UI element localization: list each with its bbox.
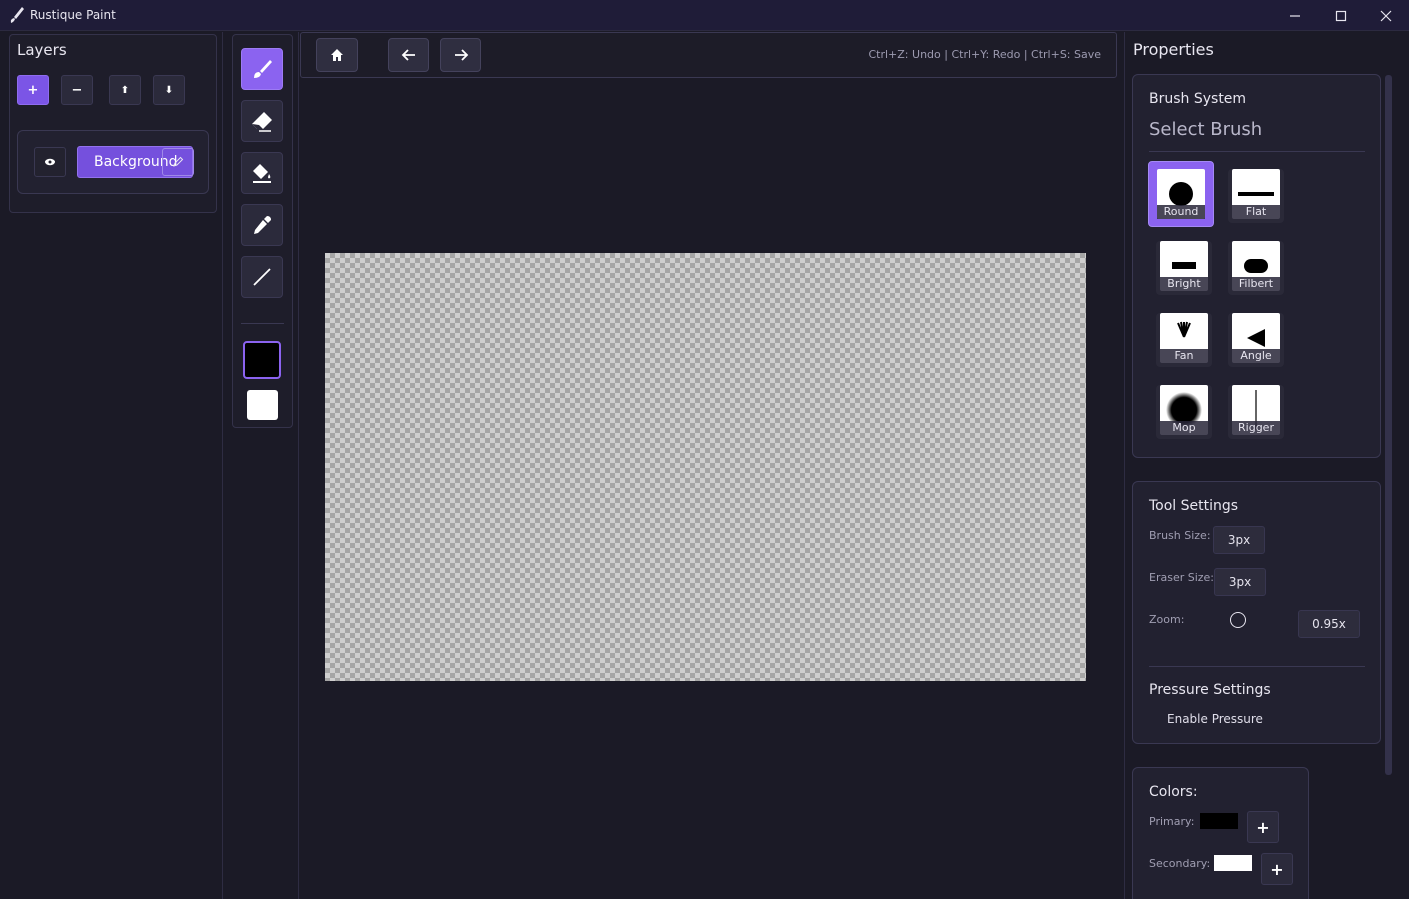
properties-heading: Properties <box>1133 40 1214 59</box>
secondary-color-label: Secondary: <box>1149 857 1211 870</box>
brush-round-button[interactable]: Round <box>1148 161 1214 227</box>
fill-tool-button[interactable] <box>241 152 283 194</box>
eraser-size-label: Eraser Size: <box>1149 571 1215 584</box>
title-bar: Rustique Paint <box>0 0 1409 31</box>
flat-brush-icon <box>1238 192 1274 196</box>
brush-label: Rigger <box>1232 421 1280 435</box>
enable-pressure-toggle[interactable]: Enable Pressure <box>1167 712 1263 726</box>
angle-brush-icon <box>1247 329 1265 347</box>
zoom-label: Zoom: <box>1149 613 1185 626</box>
brush-label: Mop <box>1160 421 1208 435</box>
brush-size-label: Brush Size: <box>1149 529 1211 542</box>
colors-card: Colors: Primary: + Secondary: + <box>1132 767 1309 899</box>
brush-system-card: Brush System Select Brush Round Flat Bri… <box>1132 74 1381 458</box>
layer-item[interactable]: Background <box>17 130 209 194</box>
eraser-size-input[interactable]: 3px <box>1214 568 1266 596</box>
left-divider <box>222 32 223 899</box>
redo-button[interactable] <box>440 38 481 72</box>
brush-tool-button[interactable] <box>241 48 283 90</box>
primary-color-add-button[interactable]: + <box>1247 811 1279 843</box>
app-logo-icon <box>10 7 24 23</box>
add-layer-button[interactable]: + <box>17 75 49 105</box>
remove-layer-button[interactable]: − <box>61 75 93 105</box>
shortcut-hint: Ctrl+Z: Undo | Ctrl+Y: Redo | Ctrl+S: Sa… <box>868 48 1101 61</box>
layer-visibility-button[interactable] <box>34 147 66 177</box>
brush-separator <box>1149 151 1365 152</box>
brush-bright-button[interactable]: Bright <box>1156 241 1212 295</box>
brush-icon <box>254 60 272 78</box>
rename-layer-button[interactable] <box>162 148 194 176</box>
brush-label: Round <box>1157 205 1205 219</box>
brush-mop-button[interactable]: Mop <box>1156 385 1212 439</box>
tool-settings-title: Tool Settings <box>1149 498 1239 514</box>
tool-settings-card: Tool Settings Brush Size: 3px Eraser Siz… <box>1132 481 1381 744</box>
brush-angle-button[interactable]: Angle <box>1228 313 1284 367</box>
primary-color-preview[interactable] <box>1200 813 1238 829</box>
fan-brush-icon <box>1177 321 1191 338</box>
close-icon <box>1380 10 1392 21</box>
pressure-settings-title: Pressure Settings <box>1149 682 1271 698</box>
minimize-icon <box>1290 14 1300 17</box>
move-layer-up-button[interactable]: ⬆ <box>109 75 141 105</box>
brush-filbert-button[interactable]: Filbert <box>1228 241 1284 295</box>
close-button[interactable] <box>1363 0 1409 31</box>
brush-label: Flat <box>1232 205 1280 219</box>
brush-label: Bright <box>1160 277 1208 291</box>
round-brush-icon <box>1169 182 1193 206</box>
paint-bucket-icon <box>253 164 271 183</box>
eye-icon <box>45 158 55 166</box>
secondary-color-swatch[interactable] <box>247 390 278 420</box>
properties-scrollbar[interactable] <box>1385 75 1392 775</box>
home-icon <box>331 49 343 61</box>
drawing-canvas[interactable] <box>325 253 1086 681</box>
move-layer-down-button[interactable]: ⬇ <box>153 75 185 105</box>
maximize-icon <box>1335 10 1347 21</box>
arrow-left-icon <box>401 49 415 61</box>
arrow-right-icon <box>454 49 468 61</box>
brush-rigger-button[interactable]: Rigger <box>1228 385 1284 439</box>
brush-system-title: Brush System <box>1149 91 1247 107</box>
eraser-tool-button[interactable] <box>241 100 283 142</box>
colors-title: Colors: <box>1149 784 1198 800</box>
maximize-button[interactable] <box>1318 0 1364 31</box>
secondary-color-add-button[interactable]: + <box>1261 853 1293 885</box>
select-brush-subtitle: Select Brush <box>1149 119 1263 140</box>
brush-label: Fan <box>1160 349 1208 363</box>
undo-button[interactable] <box>388 38 429 72</box>
settings-separator <box>1149 666 1365 667</box>
filbert-brush-icon <box>1244 259 1268 273</box>
minimize-button[interactable] <box>1272 0 1318 31</box>
right-divider <box>1124 32 1125 899</box>
eyedropper-tool-button[interactable] <box>241 204 283 246</box>
secondary-color-preview[interactable] <box>1214 855 1252 871</box>
brush-size-input[interactable]: 3px <box>1213 526 1265 554</box>
brush-fan-button[interactable]: Fan <box>1156 313 1212 367</box>
toolbar-divider <box>298 32 299 899</box>
brush-label: Angle <box>1232 349 1280 363</box>
line-icon <box>253 268 271 286</box>
layers-heading: Layers <box>17 41 67 59</box>
app-title: Rustique Paint <box>30 8 116 22</box>
pencil-icon <box>173 156 184 167</box>
zoom-input[interactable]: 0.95x <box>1298 610 1360 638</box>
home-button[interactable] <box>316 38 358 72</box>
eraser-icon <box>252 112 272 132</box>
primary-color-swatch[interactable] <box>243 341 281 379</box>
layers-panel: Layers + − ⬆ ⬇ Background <box>9 34 217 213</box>
eyedropper-icon <box>254 216 271 234</box>
zoom-slider-handle[interactable] <box>1230 612 1246 628</box>
line-tool-button[interactable] <box>241 256 283 298</box>
brush-flat-button[interactable]: Flat <box>1228 169 1284 223</box>
primary-color-label: Primary: <box>1149 815 1195 828</box>
brush-label: Filbert <box>1232 277 1280 291</box>
bright-brush-icon <box>1172 262 1196 269</box>
tool-separator <box>241 323 284 324</box>
